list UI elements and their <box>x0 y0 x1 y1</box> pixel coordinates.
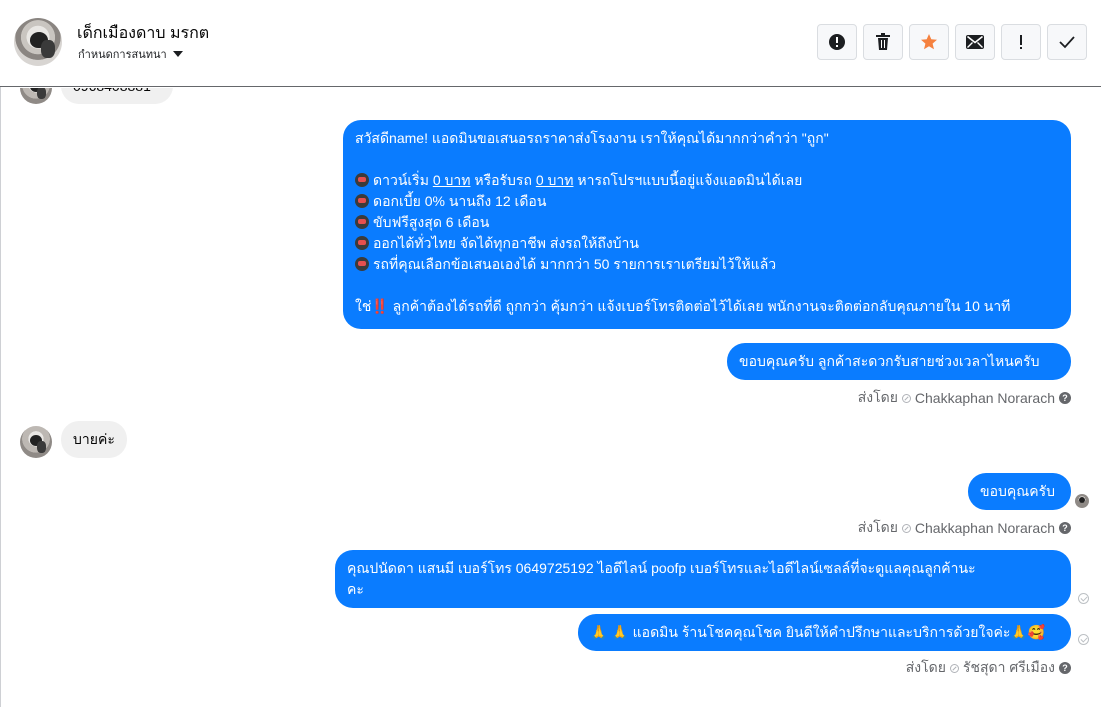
message-text: 🙏 🙏 แอดมิน ร้านโชคคุณโชค ยินดีให้คำปรึกษ… <box>590 624 1046 640</box>
sent-by-label: ส่งโดย รัชสุดา ศรีเมือง ? <box>906 657 1071 679</box>
help-icon[interactable]: ? <box>1059 662 1071 674</box>
message-text: คุณปนัดดา แสนมี เบอร์โทร 0649725192 ไอดี… <box>347 560 976 576</box>
spam-button[interactable] <box>1001 24 1041 60</box>
car-emoji-icon <box>355 215 369 229</box>
car-emoji-icon <box>355 257 369 271</box>
car-emoji-icon <box>355 236 369 250</box>
sender-name: Chakkaphan Norarach <box>914 390 1055 406</box>
conversation-header: เด็กเมืองดาบ มรกต กำหนดการสนทนา <box>0 0 1101 87</box>
contact-avatar-small <box>20 88 52 104</box>
help-icon[interactable]: ? <box>1059 522 1071 534</box>
promo-greeting: สวัสดีname! แอดมินขอเสนอรถราคาส่งโรงงาน … <box>355 130 829 146</box>
contact-avatar-small <box>20 426 52 458</box>
incoming-message[interactable]: บายค่ะ <box>61 421 127 458</box>
page-badge-icon <box>901 393 911 403</box>
incoming-message[interactable]: 0968408881 <box>61 88 173 104</box>
message-text: ขอบคุณครับ ลูกค้าสะดวกรับสายช่วงเวลาไหนค… <box>739 353 1040 369</box>
page-badge-icon <box>949 663 959 673</box>
message-text: คะ <box>347 581 364 597</box>
outgoing-message-promo[interactable]: สวัสดีname! แอดมินขอเสนอรถราคาส่งโรงงาน … <box>343 120 1071 329</box>
promo-line-1: ดาวน์เริ่ม 0 บาท หรือรับรถ 0 บาท หารถโปร… <box>355 170 1059 191</box>
promo-line-4: ออกได้ทั่วไทย จัดได้ทุกอาชีพ ส่งรถให้ถึง… <box>355 233 1059 254</box>
delivered-icon <box>1078 634 1089 645</box>
report-button[interactable] <box>817 24 857 60</box>
message-text: ขอบคุณครับ <box>980 483 1055 499</box>
star-icon <box>921 34 937 50</box>
outgoing-message[interactable]: ขอบคุณครับ ลูกค้าสะดวกรับสายช่วงเวลาไหนค… <box>727 343 1071 380</box>
outgoing-message[interactable]: ขอบคุณครับ <box>968 473 1071 510</box>
contact-avatar[interactable] <box>14 18 62 66</box>
mark-done-button[interactable] <box>1047 24 1087 60</box>
sender-name: รัชสุดา ศรีเมือง <box>962 659 1055 675</box>
mark-unread-button[interactable] <box>955 24 995 60</box>
help-icon[interactable]: ? <box>1059 392 1071 404</box>
promo-line-5: รถที่คุณเลือกข้อเสนอเองได้ มากกว่า 50 รา… <box>355 254 1059 275</box>
contact-name[interactable]: เด็กเมืองดาบ มรกต <box>77 21 209 46</box>
trash-icon <box>876 33 890 50</box>
outgoing-message-note[interactable]: คุณปนัดดา แสนมี เบอร์โทร 0649725192 ไอดี… <box>335 550 1071 608</box>
envelope-icon <box>966 35 984 49</box>
page-badge-icon <box>901 523 911 533</box>
promo-closing: ใช่‼️ ลูกค้าต้องได้รถที่ดี ถูกกว่า คุ้มก… <box>355 298 1011 314</box>
star-button[interactable] <box>909 24 949 60</box>
exclamation-icon <box>1020 35 1022 49</box>
outgoing-message[interactable]: 🙏 🙏 แอดมิน ร้านโชคคุณโชค ยินดีให้คำปรึกษ… <box>578 614 1071 651</box>
header-actions <box>817 24 1087 60</box>
message-text: บายค่ะ <box>73 431 115 447</box>
caret-down-icon <box>172 51 183 57</box>
sender-name: Chakkaphan Norarach <box>914 520 1055 536</box>
promo-line-3: ขับฟรีสูงสุด 6 เดือน <box>355 212 1059 233</box>
check-icon <box>1059 36 1075 49</box>
message-thread[interactable]: 0968408881 สวัสดีname! แอดมินขอเสนอรถราค… <box>0 88 1101 707</box>
car-emoji-icon <box>355 173 369 187</box>
sent-by-label: ส่งโดย Chakkaphan Norarach ? <box>858 387 1071 409</box>
sent-by-label: ส่งโดย Chakkaphan Norarach ? <box>858 517 1071 539</box>
car-emoji-icon <box>355 194 369 208</box>
conversation-schedule-dropdown[interactable]: กำหนดการสนทนา <box>78 45 183 63</box>
seen-avatar <box>1075 494 1089 508</box>
schedule-label: กำหนดการสนทนา <box>78 49 167 61</box>
promo-line-2: ดอกเบี้ย 0% นานถึง 12 เดือน <box>355 191 1059 212</box>
report-icon <box>829 34 845 50</box>
delete-button[interactable] <box>863 24 903 60</box>
message-text: 0968408881 <box>73 88 151 94</box>
delivered-icon <box>1078 593 1089 604</box>
